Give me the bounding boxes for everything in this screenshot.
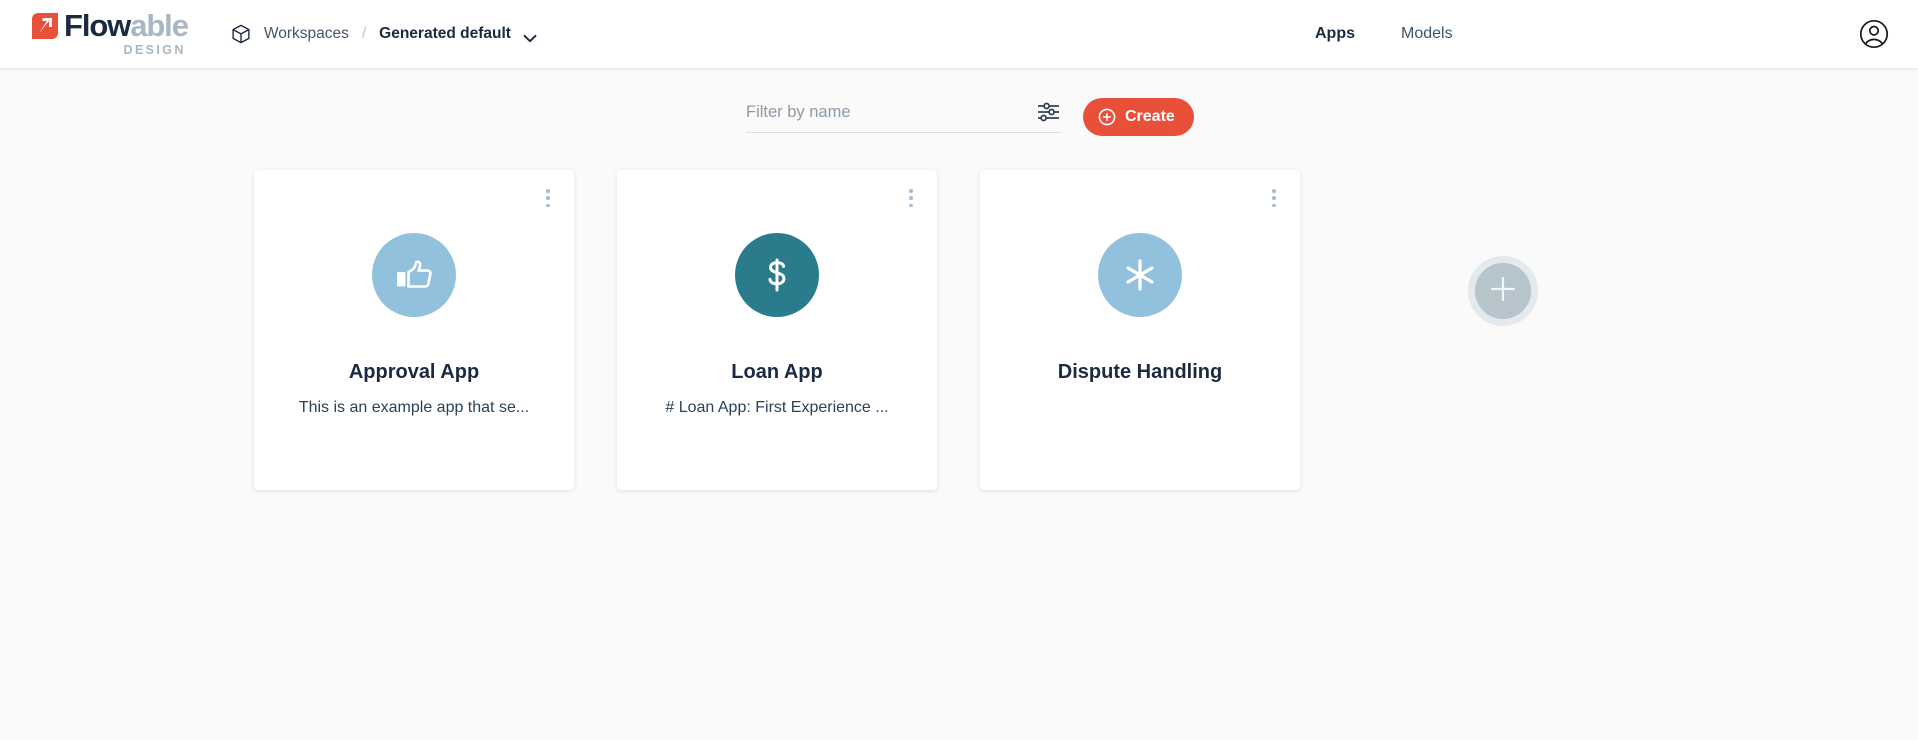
add-app-slot — [1343, 170, 1663, 490]
app-card-approval[interactable]: Approval App This is an example app that… — [254, 170, 574, 490]
logo-word-dark: Flow — [64, 8, 131, 44]
plus-icon — [1486, 272, 1520, 311]
chevron-down-icon[interactable] — [523, 30, 537, 42]
breadcrumb: Workspaces / Generated default — [230, 23, 537, 45]
app-card-description: # Loan App: First Experience ... — [665, 399, 889, 416]
kebab-menu-icon[interactable] — [1265, 187, 1283, 209]
breadcrumb-current-workspace[interactable]: Generated default — [379, 25, 511, 43]
app-header: Flowable DESIGN Workspaces / Generated d… — [0, 0, 1918, 68]
app-card-description: This is an example app that se... — [298, 399, 530, 416]
app-card-title: Approval App — [348, 361, 480, 383]
apps-toolbar: Create — [0, 68, 1918, 136]
nav-tab-models[interactable]: Models — [1401, 25, 1453, 43]
breadcrumb-workspaces-link[interactable]: Workspaces — [264, 25, 349, 43]
logo-subtitle: DESIGN — [123, 43, 186, 58]
app-avatar — [372, 233, 456, 317]
cube-icon — [230, 23, 252, 45]
filter-field — [746, 101, 1061, 133]
flowable-arrow-logo-icon — [30, 11, 60, 41]
app-card-dispute-handling[interactable]: Dispute Handling — [980, 170, 1300, 490]
filter-input[interactable] — [746, 102, 1030, 122]
kebab-menu-icon[interactable] — [539, 187, 557, 209]
add-app-button[interactable] — [1468, 256, 1538, 326]
plus-circle-icon — [1098, 108, 1116, 126]
main-navigation: Apps Models — [1315, 25, 1453, 43]
breadcrumb-separator: / — [361, 25, 367, 42]
sliders-filter-icon[interactable] — [1036, 101, 1061, 123]
flowable-design-logo[interactable]: Flowable DESIGN — [30, 8, 189, 58]
app-card-loan[interactable]: Loan App # Loan App: First Experience ..… — [617, 170, 937, 490]
app-card-title: Loan App — [731, 361, 823, 383]
kebab-menu-icon[interactable] — [902, 187, 920, 209]
app-card-title: Dispute Handling — [1057, 361, 1223, 383]
logo-row: Flowable — [30, 8, 189, 44]
app-avatar — [735, 233, 819, 317]
app-avatar — [1098, 233, 1182, 317]
create-button-label: Create — [1125, 108, 1175, 125]
nav-tab-apps[interactable]: Apps — [1315, 25, 1355, 43]
logo-word-light: able — [130, 8, 189, 44]
apps-grid: Approval App This is an example app that… — [0, 133, 1918, 490]
logo-wordmark: Flowable — [64, 8, 189, 44]
user-circle-icon[interactable] — [1858, 18, 1890, 50]
create-button[interactable]: Create — [1083, 98, 1194, 136]
